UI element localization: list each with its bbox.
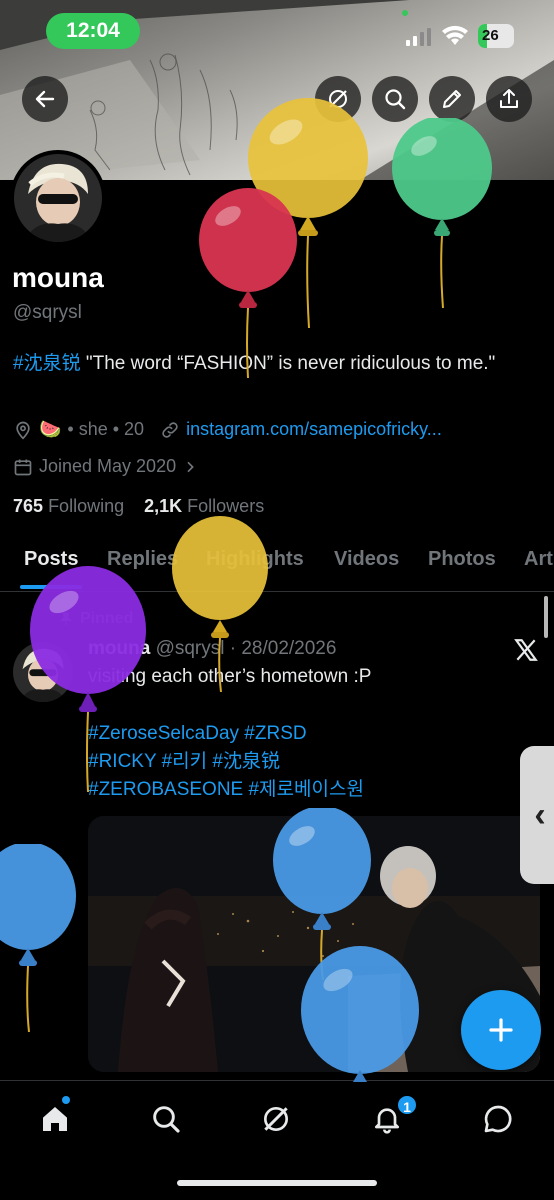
profile-tabs: Posts Replies Highlights Videos Photos A… bbox=[0, 538, 554, 592]
x-logo-icon bbox=[514, 639, 538, 661]
share-icon bbox=[500, 89, 518, 108]
following-link[interactable]: 765 Following bbox=[13, 496, 124, 516]
profile-meta: 🍉 • she • 20 instagram.com/samepicofrick… bbox=[13, 419, 442, 440]
location-pin-icon bbox=[16, 421, 30, 440]
home-unread-dot bbox=[62, 1096, 70, 1104]
tab-art[interactable]: Art bbox=[524, 548, 553, 571]
profile-bio: #沈泉锐 "The word “FASHION” is never ridicu… bbox=[13, 350, 533, 378]
profile-avatar[interactable] bbox=[10, 150, 106, 246]
hashtag-line[interactable]: #RICKY #리키 #沈泉锐 bbox=[88, 748, 364, 776]
tab-videos[interactable]: Videos bbox=[334, 548, 399, 571]
arrow-left-icon bbox=[35, 90, 55, 108]
profile-name: mouna bbox=[12, 262, 104, 293]
status-bar: 12:04 26 bbox=[0, 0, 554, 64]
post-author[interactable]: mouna bbox=[88, 638, 150, 659]
post-hashtags: #ZeroseSelcaDay #ZRSD #RICKY #리키 #沈泉锐 #Z… bbox=[88, 720, 364, 804]
profile-handle: @sqrysl bbox=[13, 302, 82, 323]
search-icon bbox=[385, 89, 406, 110]
privacy-indicator bbox=[402, 10, 408, 16]
followers-link[interactable]: 2,1K Followers bbox=[144, 496, 264, 516]
scrollbar[interactable] bbox=[544, 596, 548, 638]
compose-button[interactable] bbox=[461, 990, 541, 1070]
meta-text: • she • 20 bbox=[67, 419, 145, 439]
tab-highlights[interactable]: Highlights bbox=[206, 548, 304, 571]
edit-button[interactable] bbox=[429, 76, 475, 122]
grok-button[interactable] bbox=[315, 76, 361, 122]
joined-row[interactable]: Joined May 2020 bbox=[13, 456, 198, 477]
home-icon bbox=[43, 1107, 67, 1131]
link-icon bbox=[162, 421, 178, 438]
side-panel-handle[interactable]: ‹ bbox=[520, 746, 554, 884]
nav-explore[interactable] bbox=[146, 1099, 186, 1139]
battery-indicator: 26 bbox=[478, 24, 514, 48]
nav-home[interactable] bbox=[35, 1099, 75, 1139]
nav-messages[interactable] bbox=[478, 1099, 518, 1139]
follow-stats: 765 Following 2,1K Followers bbox=[13, 496, 264, 517]
tab-replies[interactable]: Replies bbox=[107, 548, 178, 571]
wifi-icon bbox=[442, 25, 468, 45]
bio-hashtag-link[interactable]: #沈泉锐 bbox=[13, 353, 81, 374]
post-header: mouna @sqrysl · 28/02/2026 bbox=[88, 638, 336, 660]
hashtag-line[interactable]: #ZeroseSelcaDay #ZRSD bbox=[88, 720, 364, 748]
share-button[interactable] bbox=[486, 76, 532, 122]
nav-grok[interactable] bbox=[256, 1099, 296, 1139]
tab-posts[interactable]: Posts bbox=[24, 548, 78, 571]
search-button[interactable] bbox=[372, 76, 418, 122]
back-button[interactable] bbox=[22, 76, 68, 122]
calendar-icon bbox=[14, 459, 32, 475]
location-emoji: 🍉 bbox=[39, 419, 62, 439]
grok-icon bbox=[264, 1107, 288, 1131]
pinned-label: Pinned bbox=[58, 610, 133, 628]
chevron-right-icon bbox=[187, 461, 194, 472]
active-tab-indicator bbox=[20, 585, 82, 589]
notification-badge: 1 bbox=[396, 1094, 418, 1116]
joined-date: Joined May 2020 bbox=[39, 456, 177, 476]
cellular-signal-icon bbox=[406, 28, 431, 46]
message-bubble-icon bbox=[484, 1105, 512, 1133]
plus-icon bbox=[489, 1018, 513, 1042]
post-text: visiting each other’s hometown :P bbox=[88, 666, 372, 687]
tab-photos[interactable]: Photos bbox=[428, 548, 496, 571]
pencil-icon bbox=[443, 90, 461, 108]
home-indicator bbox=[177, 1180, 377, 1186]
post-avatar[interactable] bbox=[13, 642, 73, 702]
balloon-blue-left bbox=[0, 844, 76, 1033]
post-handle-date: @sqrysl · 28/02/2026 bbox=[155, 638, 337, 659]
pin-icon bbox=[60, 612, 72, 625]
hashtag-line[interactable]: #ZEROBASEONE #제로베이스원 bbox=[88, 776, 364, 804]
bio-text: "The word “FASHION” is never ridiculous … bbox=[80, 353, 496, 374]
search-icon bbox=[153, 1106, 180, 1133]
status-time: 12:04 bbox=[46, 13, 140, 49]
grok-icon bbox=[329, 90, 347, 108]
website-link[interactable]: instagram.com/samepicofricky... bbox=[186, 419, 442, 440]
